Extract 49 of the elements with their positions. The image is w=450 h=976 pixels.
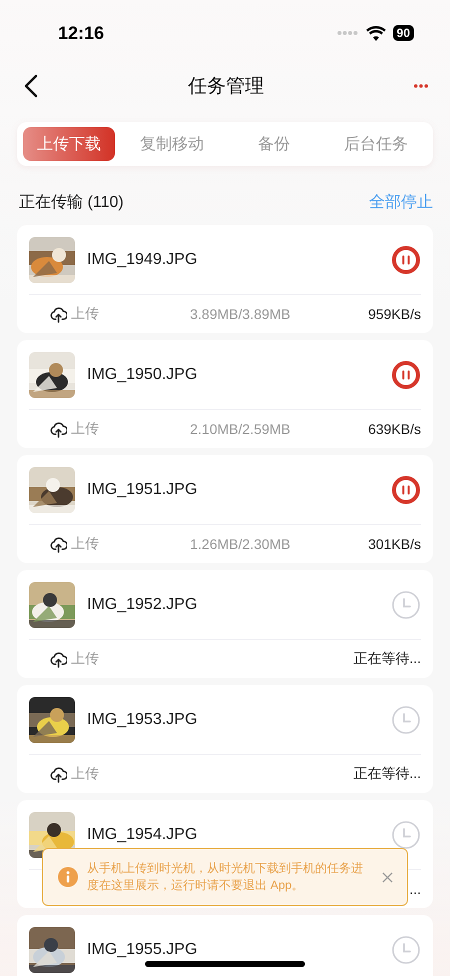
cloud-upload-icon [50, 766, 67, 782]
signal-icon [336, 30, 359, 36]
file-name: IMG_1955.JPG [87, 940, 198, 958]
clock-icon [391, 590, 421, 620]
direction-label: 上传 [71, 535, 99, 553]
stop-all-link[interactable]: 全部停止 [369, 192, 433, 212]
tab[interactable]: 复制移动 [121, 127, 223, 161]
section-title: 正在传输 (110) [19, 192, 124, 212]
clock-icon [391, 820, 421, 850]
tab[interactable]: 上传下载 [23, 127, 115, 161]
file-name: IMG_1952.JPG [87, 596, 198, 614]
clock-icon [391, 934, 421, 964]
transfer-size: 2.10MB/2.59MB [190, 421, 292, 437]
battery-indicator: 90 [392, 25, 414, 41]
file-name: IMG_1949.JPG [87, 250, 198, 268]
transfer-status: 正在等待... [353, 650, 421, 668]
info-icon [58, 867, 78, 887]
clock-icon [391, 704, 421, 734]
tab[interactable]: 备份 [223, 127, 325, 161]
pause-button[interactable] [391, 360, 421, 390]
tab[interactable]: 后台任务 [325, 127, 427, 161]
pause-button[interactable] [391, 474, 421, 504]
page-title: 任务管理 [188, 75, 264, 99]
clock-time: 12:16 [58, 22, 104, 44]
transfer-size: 3.89MB/3.89MB [190, 306, 292, 322]
file-name: IMG_1951.JPG [87, 480, 198, 498]
transfer-status: 639KB/s [368, 421, 421, 437]
cloud-upload-icon [50, 650, 67, 668]
pause-button[interactable] [391, 244, 421, 274]
notice-text: 从手机上传到时光机，从时光机下载到手机的任务进度在这里展示，运行时请不要退出 App。 [87, 860, 364, 894]
cloud-upload-icon [50, 536, 67, 552]
transfer-status: 301KB/s [368, 536, 421, 552]
file-name: IMG_1953.JPG [87, 710, 198, 728]
close-button[interactable] [382, 872, 393, 882]
direction-label: 上传 [71, 765, 99, 783]
more-button[interactable] [414, 84, 428, 88]
back-button[interactable] [24, 74, 38, 98]
file-name: IMG_1954.JPG [87, 826, 198, 844]
cloud-upload-icon [50, 420, 67, 438]
direction-label: 上传 [71, 650, 99, 668]
transfer-status: ... [409, 881, 421, 897]
direction-label: 上传 [71, 305, 99, 323]
transfer-status: 959KB/s [368, 306, 421, 322]
cloud-upload-icon [50, 306, 67, 322]
direction-label: 上传 [71, 420, 99, 438]
wifi-icon [366, 26, 386, 40]
transfer-size: 1.26MB/2.30MB [190, 536, 292, 552]
file-name: IMG_1950.JPG [87, 366, 198, 384]
transfer-status: 正在等待... [353, 765, 421, 783]
